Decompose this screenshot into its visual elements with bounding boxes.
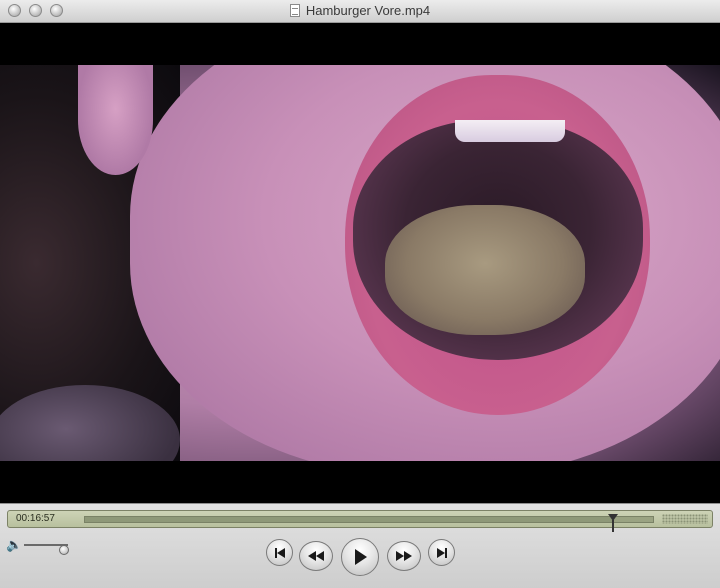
lcd-display: 00:16:57 (7, 510, 713, 532)
video-ear (78, 65, 153, 175)
video-frame (0, 65, 720, 461)
volume-control: 🔈 (6, 538, 78, 555)
playhead-handle[interactable] (608, 514, 619, 532)
timeline-progress (85, 517, 614, 522)
rewind-icon (308, 551, 324, 561)
volume-slider-knob[interactable] (58, 545, 69, 555)
go-to-start-button[interactable] (266, 539, 293, 566)
video-display[interactable] (0, 23, 720, 503)
title-bar[interactable]: Hamburger Vore.mp4 (0, 0, 720, 23)
skip-to-start-icon (274, 547, 285, 558)
fast-forward-button[interactable] (387, 541, 421, 571)
volume-slider[interactable] (24, 544, 69, 555)
window-title-group: Hamburger Vore.mp4 (0, 3, 720, 18)
resize-grip[interactable] (662, 514, 708, 524)
video-food (385, 205, 585, 335)
playback-controller: 00:16:57 🔈 (0, 503, 720, 588)
play-button[interactable] (341, 538, 379, 576)
document-icon (289, 4, 300, 17)
window-title: Hamburger Vore.mp4 (305, 3, 431, 18)
media-player-window: Hamburger Vore.mp4 00:16:57 🔈 (0, 0, 720, 588)
speaker-icon[interactable]: 🔈 (6, 538, 22, 551)
rewind-button[interactable] (299, 541, 333, 571)
skip-to-end-icon (436, 547, 447, 558)
fast-forward-icon (396, 551, 412, 561)
play-icon (355, 549, 367, 565)
current-time: 00:16:57 (16, 513, 55, 524)
timeline-scrubber[interactable] (84, 514, 654, 532)
go-to-end-button[interactable] (428, 539, 455, 566)
video-teeth (455, 120, 565, 142)
